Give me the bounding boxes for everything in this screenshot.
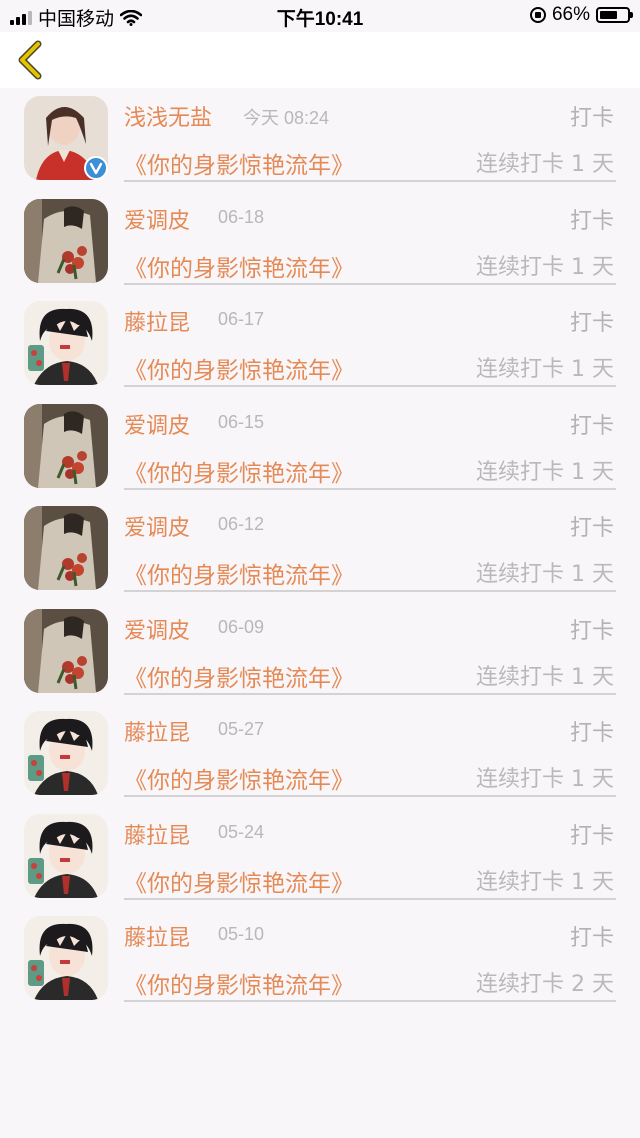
checkin-action: 打卡 [569,926,614,951]
avatar[interactable] [24,813,108,898]
list-item[interactable]: 爱调皮 06-18 打卡《你的身影惊艳流年》 连续打卡 1 天 [0,191,640,294]
list-item[interactable]: 藤拉昆 06-17 打卡《你的身影惊艳流年》 连续打卡 1 天 [0,293,640,396]
list-item[interactable]: 爱调皮 06-09 打卡《你的身影惊艳流年》 连续打卡 1 天 [0,601,640,704]
battery-percent: 66% [551,4,590,25]
divider [124,385,616,387]
avatar[interactable] [24,403,108,488]
book-title: 《你的身影惊艳流年》 [124,563,354,589]
streak-label: 连续打卡 1 天 [476,664,614,690]
checkin-date: 06-12 [218,514,265,534]
checkin-action: 打卡 [569,721,614,746]
avatar[interactable] [24,916,108,1000]
streak-label: 连续打卡 1 天 [476,357,614,382]
book-title: 《你的身影惊艳流年》 [124,665,354,692]
user-name[interactable]: 爱调皮 [124,408,190,440]
avatar[interactable] [24,198,108,283]
checkin-action: 打卡 [569,311,614,336]
list-item[interactable]: 浅浅无盐 今天 08:24 打卡《你的身影惊艳流年》 连续打卡 1 天 [0,88,640,191]
divider [124,282,616,285]
checkin-date: 05-10 [218,924,265,944]
divider [124,180,616,182]
divider [124,590,616,592]
checkin-action: 打卡 [569,618,614,644]
avatar[interactable] [24,711,108,795]
book-title: 《你的身影惊艳流年》 [124,153,354,179]
list-item[interactable]: 藤拉昆 05-10 打卡《你的身影惊艳流年》 连续打卡 2 天 [0,908,640,1011]
book-title: 《你的身影惊艳流年》 [124,973,354,999]
streak-label: 连续打卡 1 天 [476,562,614,587]
verified-badge-icon [84,156,108,180]
status-bar: 中国移动 下午10:41 66% [0,0,640,32]
checkin-date: 05-27 [218,719,265,739]
checkin-date: 06-15 [218,411,265,432]
list-item[interactable]: 爱调皮 06-15 打卡《你的身影惊艳流年》 连续打卡 1 天 [0,396,640,499]
checkin-action: 打卡 [569,516,614,541]
book-title: 《你的身影惊艳流年》 [124,255,354,282]
checkin-action: 打卡 [569,208,614,234]
list-item[interactable]: 藤拉昆 05-24 打卡《你的身影惊艳流年》 连续打卡 1 天 [0,806,640,909]
checkin-date: 06-09 [218,616,265,637]
user-name[interactable]: 爱调皮 [124,510,190,542]
user-name[interactable]: 爱调皮 [124,613,190,645]
avatar[interactable] [24,301,108,385]
streak-label: 连续打卡 1 天 [476,869,614,895]
list-item[interactable]: 藤拉昆 05-27 打卡《你的身影惊艳流年》 连续打卡 1 天 [0,703,640,806]
streak-label: 连续打卡 2 天 [476,972,614,997]
checkin-action: 打卡 [569,413,614,439]
avatar[interactable] [24,506,108,590]
divider [124,692,616,695]
divider [124,897,616,900]
divider [124,487,616,490]
user-name[interactable]: 藤拉昆 [124,818,190,850]
battery-icon [596,7,633,23]
book-title: 《你的身影惊艳流年》 [124,358,354,384]
avatar[interactable] [24,608,108,693]
chevron-left-icon[interactable] [12,38,52,82]
book-title: 《你的身影惊艳流年》 [124,460,354,487]
streak-label: 连续打卡 1 天 [476,767,614,792]
streak-label: 连续打卡 1 天 [476,459,614,485]
list-item[interactable]: 爱调皮 06-12 打卡《你的身影惊艳流年》 连续打卡 1 天 [0,498,640,601]
checkin-action: 打卡 [569,823,614,849]
user-name[interactable]: 爱调皮 [124,203,190,235]
book-title: 《你的身影惊艳流年》 [124,870,354,897]
checkin-date: 06-17 [218,309,265,329]
user-name[interactable]: 藤拉昆 [124,920,190,952]
orientation-lock-icon [529,7,546,23]
divider [124,1000,616,1002]
book-title: 《你的身影惊艳流年》 [124,768,354,794]
user-name[interactable]: 藤拉昆 [124,305,190,337]
user-name[interactable]: 藤拉昆 [124,715,190,747]
checkin-date: 05-24 [218,821,265,842]
nav-bar [0,32,640,88]
checkin-list: 浅浅无盐 今天 08:24 打卡 《你的身影惊艳流年》 连续打卡 1 天爱调皮 06-18… [0,88,640,1011]
streak-label: 连续打卡 1 天 [476,254,614,280]
checkin-date: 06-18 [218,206,265,227]
status-right: 66% [529,4,633,26]
checkin-date: 今天 08:24 [243,108,330,128]
checkin-action: 打卡 [569,106,614,131]
user-name[interactable]: 浅浅无盐 [124,100,212,132]
divider [124,795,616,797]
streak-label: 连续打卡 1 天 [476,152,614,177]
